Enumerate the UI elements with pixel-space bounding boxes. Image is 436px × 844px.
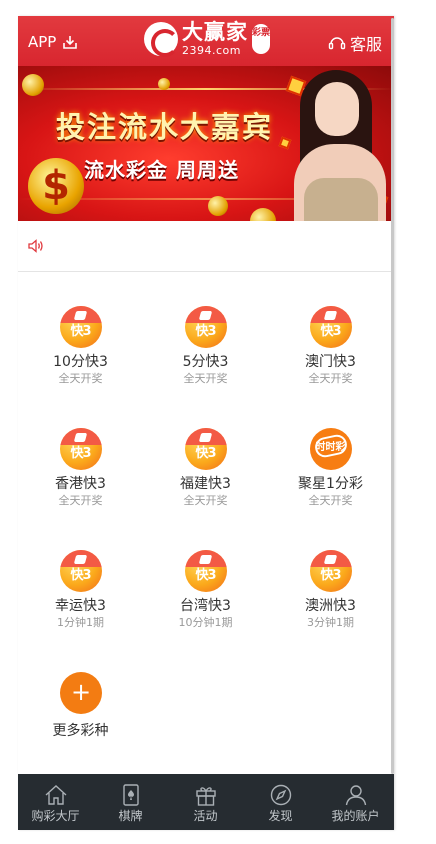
tab-label: 我的账户 xyxy=(331,809,380,823)
game-name: 聚星1分彩 xyxy=(298,476,363,492)
app-screen: APP 大赢家 2394.com 彩票 客服 $ 投注流水大嘉宾 流水彩金 周周… xyxy=(18,16,394,830)
k3-badge-icon: 快3 xyxy=(59,550,102,592)
k3-badge-icon: 快3 xyxy=(309,550,352,592)
game-juxing-1min[interactable]: 时时彩 聚星1分彩 全天开奖 xyxy=(268,428,393,550)
game-10min-k3[interactable]: 快3 10分快3 全天开奖 xyxy=(18,306,143,428)
game-name: 幸运快3 xyxy=(55,598,106,614)
bottom-tab-bar: 购彩大厅 棋牌 活动 发现 我的账户 xyxy=(18,774,394,830)
game-schedule: 全天开奖 xyxy=(58,372,103,385)
headset-icon xyxy=(328,37,346,50)
logo-domain: 2394.com xyxy=(182,44,241,57)
game-australia-k3[interactable]: 快3 澳洲快3 3分钟1期 xyxy=(268,550,393,672)
compass-icon xyxy=(270,784,291,806)
game-schedule: 全天开奖 xyxy=(183,372,228,385)
notice-bar[interactable] xyxy=(18,221,394,272)
tab-activities[interactable]: 活动 xyxy=(168,774,243,830)
tab-label: 购彩大厅 xyxy=(31,809,80,823)
game-taiwan-k3[interactable]: 快3 台湾快3 10分钟1期 xyxy=(143,550,268,672)
game-macau-k3[interactable]: 快3 澳门快3 全天开奖 xyxy=(268,306,393,428)
home-icon xyxy=(45,785,66,805)
game-fujian-k3[interactable]: 快3 福建快3 全天开奖 xyxy=(143,428,268,550)
customer-service-button[interactable]: 客服 xyxy=(328,31,382,55)
k3-badge-icon: 快3 xyxy=(59,428,102,470)
customer-service-label: 客服 xyxy=(349,35,382,54)
tab-label: 发现 xyxy=(268,809,293,823)
k3-badge-icon: 快3 xyxy=(184,550,227,592)
k3-badge-icon: 快3 xyxy=(184,306,227,348)
game-schedule: 全天开奖 xyxy=(308,372,353,385)
ssc-badge-icon: 时时彩 xyxy=(309,428,352,470)
game-name: 5分快3 xyxy=(182,354,229,370)
tab-label: 棋牌 xyxy=(118,809,143,823)
game-schedule: 全天开奖 xyxy=(183,494,228,507)
banner-subtitle: 流水彩金 周周送 xyxy=(84,158,239,182)
game-hongkong-k3[interactable]: 快3 香港快3 全天开奖 xyxy=(18,428,143,550)
game-name: 福建快3 xyxy=(180,476,231,492)
game-schedule: 1分钟1期 xyxy=(57,616,104,629)
app-label: APP xyxy=(28,33,57,51)
banner-title: 投注流水大嘉宾 xyxy=(56,110,274,144)
user-icon xyxy=(345,785,366,806)
tab-lottery-hall[interactable]: 购彩大厅 xyxy=(18,774,93,830)
brand-logo: 大赢家 2394.com 彩票 xyxy=(144,20,270,57)
vertical-scrollbar[interactable] xyxy=(391,18,394,774)
more-games-label: 更多彩种 xyxy=(52,723,109,739)
dollar-coin-icon: $ xyxy=(28,158,84,214)
tab-chess-cards[interactable]: 棋牌 xyxy=(93,774,168,830)
promo-banner[interactable]: $ 投注流水大嘉宾 流水彩金 周周送 xyxy=(18,66,394,221)
lottery-grid: 快3 10分快3 全天开奖 快3 5分快3 全天开奖 快3 澳门快3 全天开奖 … xyxy=(18,272,394,794)
game-name: 澳门快3 xyxy=(305,354,356,370)
tab-discover[interactable]: 发现 xyxy=(243,774,318,830)
game-5min-k3[interactable]: 快3 5分快3 全天开奖 xyxy=(143,306,268,428)
game-lucky-k3[interactable]: 快3 幸运快3 1分钟1期 xyxy=(18,550,143,672)
speaker-icon xyxy=(28,239,43,253)
plus-icon: + xyxy=(59,672,102,714)
game-name: 10分快3 xyxy=(53,354,108,370)
tab-my-account[interactable]: 我的账户 xyxy=(318,774,393,830)
banner-model-image xyxy=(288,66,388,221)
logo-mark-icon xyxy=(144,21,179,57)
game-name: 香港快3 xyxy=(55,476,106,492)
game-schedule: 3分钟1期 xyxy=(307,616,354,629)
k3-badge-icon: 快3 xyxy=(59,306,102,348)
app-download-button[interactable]: APP xyxy=(28,33,78,51)
logo-name: 大赢家 xyxy=(182,20,248,44)
tab-label: 活动 xyxy=(193,809,218,823)
game-schedule: 10分钟1期 xyxy=(178,616,233,629)
k3-badge-icon: 快3 xyxy=(184,428,227,470)
download-icon xyxy=(63,36,78,49)
game-schedule: 全天开奖 xyxy=(308,494,353,507)
cards-icon xyxy=(122,784,139,806)
k3-badge-icon: 快3 xyxy=(309,306,352,348)
game-name: 澳洲快3 xyxy=(305,598,356,614)
game-name: 台湾快3 xyxy=(180,598,231,614)
top-bar: APP 大赢家 2394.com 彩票 客服 xyxy=(18,16,394,66)
game-schedule: 全天开奖 xyxy=(58,494,103,507)
logo-seal: 彩票 xyxy=(252,23,270,54)
gift-icon xyxy=(195,787,216,806)
